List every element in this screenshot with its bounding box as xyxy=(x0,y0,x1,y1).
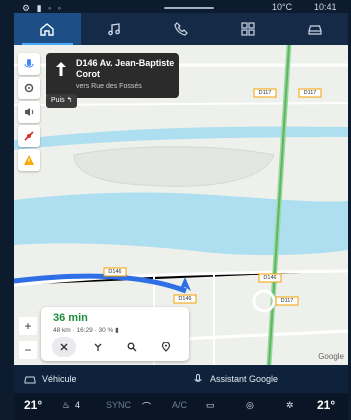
voice-button[interactable] xyxy=(18,53,40,75)
report-incident-icon xyxy=(24,131,34,141)
assistant-label: Assistant Google xyxy=(210,374,279,384)
clock: 10:41 xyxy=(314,2,337,12)
route-summary-card: 36 min 48 km · 16:29 · 30 % ▮ xyxy=(41,307,189,361)
trip-duration: 36 min xyxy=(53,312,88,324)
music-icon xyxy=(108,23,121,36)
report-button[interactable] xyxy=(18,125,40,147)
tab-apps[interactable] xyxy=(214,13,281,45)
sound-button[interactable] xyxy=(18,101,40,123)
vehicle-shortcut[interactable]: Véhicule xyxy=(14,365,180,393)
outside-temperature: 10°C xyxy=(272,2,293,12)
then-instruction: Puis ↰ xyxy=(46,94,78,108)
climate-bar: 21° ♨ 4 SYNC ⌒ A/C ▭ ◎ ✲ 21° xyxy=(14,393,348,420)
windshield-defrost-icon[interactable]: ⌒ xyxy=(142,400,151,413)
battery-icon: ▮ xyxy=(115,327,119,334)
infotainment-screen: ⚙ ▮ ◦ ◦ 10°C 10:41 D146 D146 D146 D117 D… xyxy=(0,0,351,420)
map-attribution: Google xyxy=(318,352,344,361)
zoom-in-button[interactable]: + xyxy=(19,317,37,335)
gear-icon xyxy=(24,83,34,93)
road-label: D117 xyxy=(280,298,294,304)
air-recirculation-icon[interactable]: ◎ xyxy=(246,400,254,411)
car-icon xyxy=(24,376,36,384)
trip-details-text: 48 km · 16:29 · 30 % xyxy=(53,327,114,334)
road-label: D146 xyxy=(108,269,122,275)
location-pin-icon xyxy=(161,342,171,352)
home-icon xyxy=(40,23,55,36)
tab-phone[interactable] xyxy=(148,13,215,45)
road-label: D117 xyxy=(258,90,272,96)
route-options-button[interactable] xyxy=(86,337,110,357)
road-label: D117 xyxy=(303,90,317,96)
passenger-temperature[interactable]: 21° xyxy=(317,398,335,412)
then-label: Puis xyxy=(51,97,65,104)
arrow-up-icon xyxy=(56,62,66,76)
main-nav-tabs xyxy=(14,13,348,45)
microphone-icon xyxy=(194,374,202,382)
road-label: D146 xyxy=(178,296,192,302)
grid-icon xyxy=(241,22,255,36)
status-handle[interactable] xyxy=(164,7,214,9)
microphone-icon xyxy=(24,59,34,68)
street-name: D146 Av. Jean-Baptiste Corot xyxy=(76,58,175,79)
zoom-out-button[interactable]: − xyxy=(19,341,37,359)
fan-level[interactable]: 4 xyxy=(75,400,80,410)
rear-defrost-icon[interactable]: ▭ xyxy=(206,400,215,411)
map-side-controls xyxy=(18,53,40,173)
alert-button[interactable] xyxy=(18,149,40,171)
settings-button[interactable] xyxy=(18,77,40,99)
search-button[interactable] xyxy=(120,337,144,357)
zoom-controls: + − xyxy=(19,317,37,365)
google-assistant-shortcut[interactable]: Assistant Google xyxy=(182,365,348,393)
tab-music[interactable] xyxy=(81,13,148,45)
route-actions xyxy=(47,337,183,357)
close-route-button[interactable] xyxy=(52,337,76,357)
trip-details: 48 km · 16:29 · 30 % ▮ xyxy=(53,326,119,334)
driver-temperature[interactable]: 21° xyxy=(24,398,42,412)
phone-icon xyxy=(174,22,188,36)
location-button[interactable] xyxy=(154,337,178,357)
fork-icon xyxy=(94,343,102,351)
navigation-map[interactable]: D146 D146 D146 D117 D117 D117 D146 Av. J… xyxy=(14,45,348,365)
close-icon xyxy=(60,343,68,351)
tab-vehicle[interactable] xyxy=(281,13,348,45)
warning-icon xyxy=(24,155,34,165)
fan-icon[interactable]: ✲ xyxy=(286,400,294,411)
search-icon xyxy=(127,342,137,352)
toward-street: vers Rue des Fossés xyxy=(76,83,142,90)
tab-home[interactable] xyxy=(14,13,81,45)
turn-instruction-card[interactable]: D146 Av. Jean-Baptiste Corot vers Rue de… xyxy=(46,53,179,98)
road-label: D146 xyxy=(263,275,277,281)
vehicle-label: Véhicule xyxy=(42,374,77,384)
sync-button[interactable]: SYNC xyxy=(106,400,131,410)
speaker-icon xyxy=(25,108,34,116)
ac-button[interactable]: A/C xyxy=(172,400,187,410)
car-icon xyxy=(307,25,322,35)
seat-heat-icon[interactable]: ♨ xyxy=(62,400,70,411)
bottom-shortcut-bar: Véhicule Assistant Google xyxy=(14,365,348,393)
turn-left-icon: ↰ xyxy=(66,97,73,104)
